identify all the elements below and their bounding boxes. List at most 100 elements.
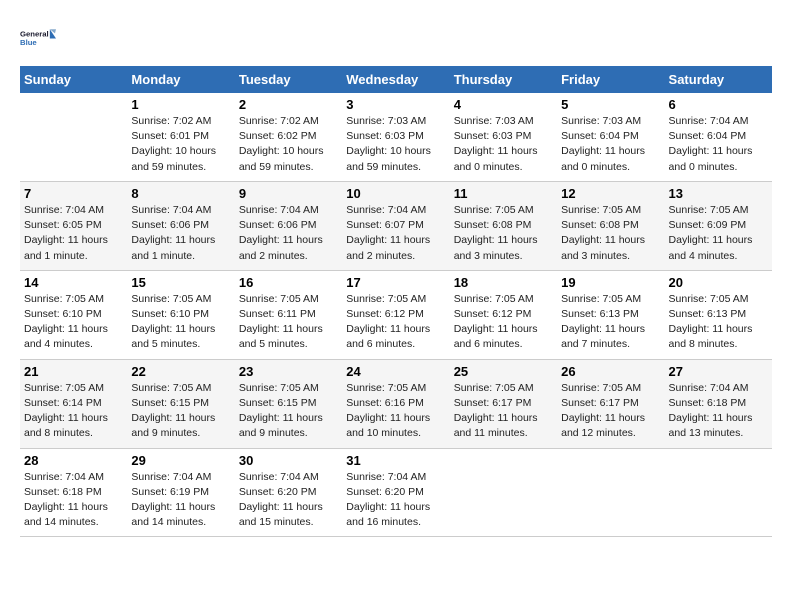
calendar-cell: 16 Sunrise: 7:05 AMSunset: 6:11 PMDayligh… — [235, 270, 342, 359]
day-info: Sunrise: 7:05 AMSunset: 6:14 PMDaylight:… — [24, 381, 123, 442]
calendar-cell: 9Sunrise: 7:04 AMSunset: 6:06 PMDaylight… — [235, 181, 342, 270]
day-info: Sunrise: 7:05 AMSunset: 6:17 PMDaylight:… — [454, 381, 553, 442]
svg-text:General: General — [20, 29, 49, 38]
day-info: Sunrise: 7:05 AMSunset: 6:15 PMDaylight:… — [239, 381, 338, 442]
day-number: 30 — [239, 453, 338, 468]
day-number: 6 — [669, 97, 768, 112]
day-info: Sunrise: 7:04 AMSunset: 6:18 PMDaylight:… — [24, 470, 123, 531]
calendar-week-row: 1 Sunrise: 7:02 AMSunset: 6:01 PMDaylight… — [20, 93, 772, 181]
weekday-header-cell: Thursday — [450, 66, 557, 93]
calendar-cell: 23 Sunrise: 7:05 AMSunset: 6:15 PMDayligh… — [235, 359, 342, 448]
day-info: Sunrise: 7:05 AMSunset: 6:13 PMDaylight:… — [669, 292, 768, 353]
logo: GeneralBlue — [20, 20, 56, 56]
calendar-cell: 3 Sunrise: 7:03 AMSunset: 6:03 PMDaylight… — [342, 93, 449, 181]
day-number: 4 — [454, 97, 553, 112]
calendar-cell: 24Sunrise: 7:05 AMSunset: 6:16 PMDayligh… — [342, 359, 449, 448]
day-info: Sunrise: 7:04 AMSunset: 6:06 PMDaylight:… — [131, 203, 230, 264]
day-number: 8 — [131, 186, 230, 201]
calendar-cell: 28 Sunrise: 7:04 AMSunset: 6:18 PMDayligh… — [20, 448, 127, 537]
calendar-cell — [450, 448, 557, 537]
calendar-cell — [20, 93, 127, 181]
day-info: Sunrise: 7:04 AMSunset: 6:20 PMDaylight:… — [239, 470, 338, 531]
day-number: 3 — [346, 97, 445, 112]
calendar-table: SundayMondayTuesdayWednesdayThursdayFrid… — [20, 66, 772, 537]
day-number: 25 — [454, 364, 553, 379]
calendar-cell: 31Sunrise: 7:04 AMSunset: 6:20 PMDayligh… — [342, 448, 449, 537]
day-info: Sunrise: 7:03 AMSunset: 6:04 PMDaylight:… — [561, 114, 660, 175]
svg-text:Blue: Blue — [20, 38, 37, 47]
day-number: 22 — [131, 364, 230, 379]
calendar-cell: 15 Sunrise: 7:05 AMSunset: 6:10 PMDayligh… — [127, 270, 234, 359]
day-info: Sunrise: 7:05 AMSunset: 6:10 PMDaylight:… — [24, 292, 123, 353]
day-info: Sunrise: 7:05 AMSunset: 6:10 PMDaylight:… — [131, 292, 230, 353]
day-number: 23 — [239, 364, 338, 379]
calendar-cell: 4Sunrise: 7:03 AMSunset: 6:03 PMDaylight… — [450, 93, 557, 181]
day-info: Sunrise: 7:05 AMSunset: 6:09 PMDaylight:… — [669, 203, 768, 264]
calendar-cell: 30 Sunrise: 7:04 AMSunset: 6:20 PMDayligh… — [235, 448, 342, 537]
day-number: 17 — [346, 275, 445, 290]
day-number: 27 — [669, 364, 768, 379]
day-info: Sunrise: 7:02 AMSunset: 6:02 PMDaylight:… — [239, 114, 338, 175]
day-info: Sunrise: 7:04 AMSunset: 6:06 PMDaylight:… — [239, 203, 338, 264]
day-number: 12 — [561, 186, 660, 201]
calendar-week-row: 28 Sunrise: 7:04 AMSunset: 6:18 PMDayligh… — [20, 448, 772, 537]
day-number: 16 — [239, 275, 338, 290]
day-info: Sunrise: 7:05 AMSunset: 6:11 PMDaylight:… — [239, 292, 338, 353]
logo-icon: GeneralBlue — [20, 20, 56, 56]
day-number: 1 — [131, 97, 230, 112]
day-number: 14 — [24, 275, 123, 290]
calendar-body: 1 Sunrise: 7:02 AMSunset: 6:01 PMDaylight… — [20, 93, 772, 537]
calendar-cell: 11Sunrise: 7:05 AMSunset: 6:08 PMDayligh… — [450, 181, 557, 270]
calendar-cell: 19Sunrise: 7:05 AMSunset: 6:13 PMDayligh… — [557, 270, 664, 359]
calendar-cell — [665, 448, 772, 537]
day-info: Sunrise: 7:04 AMSunset: 6:07 PMDaylight:… — [346, 203, 445, 264]
day-info: Sunrise: 7:03 AMSunset: 6:03 PMDaylight:… — [346, 114, 445, 175]
day-info: Sunrise: 7:02 AMSunset: 6:01 PMDaylight:… — [131, 114, 230, 175]
calendar-cell: 20 Sunrise: 7:05 AMSunset: 6:13 PMDayligh… — [665, 270, 772, 359]
day-number: 15 — [131, 275, 230, 290]
calendar-cell: 10 Sunrise: 7:04 AMSunset: 6:07 PMDayligh… — [342, 181, 449, 270]
day-info: Sunrise: 7:04 AMSunset: 6:19 PMDaylight:… — [131, 470, 230, 531]
day-number: 5 — [561, 97, 660, 112]
calendar-cell: 8 Sunrise: 7:04 AMSunset: 6:06 PMDaylight… — [127, 181, 234, 270]
day-info: Sunrise: 7:05 AMSunset: 6:16 PMDaylight:… — [346, 381, 445, 442]
day-number: 18 — [454, 275, 553, 290]
calendar-cell: 29 Sunrise: 7:04 AMSunset: 6:19 PMDayligh… — [127, 448, 234, 537]
calendar-cell: 6Sunrise: 7:04 AMSunset: 6:04 PMDaylight… — [665, 93, 772, 181]
calendar-cell: 17Sunrise: 7:05 AMSunset: 6:12 PMDayligh… — [342, 270, 449, 359]
day-number: 11 — [454, 186, 553, 201]
calendar-cell — [557, 448, 664, 537]
day-info: Sunrise: 7:05 AMSunset: 6:12 PMDaylight:… — [454, 292, 553, 353]
calendar-cell: 14 Sunrise: 7:05 AMSunset: 6:10 PMDayligh… — [20, 270, 127, 359]
day-info: Sunrise: 7:05 AMSunset: 6:08 PMDaylight:… — [561, 203, 660, 264]
calendar-cell: 12 Sunrise: 7:05 AMSunset: 6:08 PMDayligh… — [557, 181, 664, 270]
weekday-header-cell: Monday — [127, 66, 234, 93]
weekday-header-cell: Friday — [557, 66, 664, 93]
calendar-cell: 1 Sunrise: 7:02 AMSunset: 6:01 PMDaylight… — [127, 93, 234, 181]
calendar-cell: 7Sunrise: 7:04 AMSunset: 6:05 PMDaylight… — [20, 181, 127, 270]
weekday-header-cell: Saturday — [665, 66, 772, 93]
calendar-cell: 21 Sunrise: 7:05 AMSunset: 6:14 PMDayligh… — [20, 359, 127, 448]
calendar-cell: 18 Sunrise: 7:05 AMSunset: 6:12 PMDayligh… — [450, 270, 557, 359]
weekday-header-row: SundayMondayTuesdayWednesdayThursdayFrid… — [20, 66, 772, 93]
calendar-week-row: 14 Sunrise: 7:05 AMSunset: 6:10 PMDayligh… — [20, 270, 772, 359]
day-number: 2 — [239, 97, 338, 112]
calendar-cell: 26 Sunrise: 7:05 AMSunset: 6:17 PMDayligh… — [557, 359, 664, 448]
day-number: 26 — [561, 364, 660, 379]
day-number: 21 — [24, 364, 123, 379]
day-number: 31 — [346, 453, 445, 468]
calendar-cell: 5 Sunrise: 7:03 AMSunset: 6:04 PMDaylight… — [557, 93, 664, 181]
weekday-header-cell: Tuesday — [235, 66, 342, 93]
day-info: Sunrise: 7:05 AMSunset: 6:13 PMDaylight:… — [561, 292, 660, 353]
calendar-week-row: 7Sunrise: 7:04 AMSunset: 6:05 PMDaylight… — [20, 181, 772, 270]
page-header: GeneralBlue — [20, 20, 772, 56]
day-info: Sunrise: 7:05 AMSunset: 6:17 PMDaylight:… — [561, 381, 660, 442]
day-number: 13 — [669, 186, 768, 201]
day-number: 29 — [131, 453, 230, 468]
day-number: 28 — [24, 453, 123, 468]
day-number: 20 — [669, 275, 768, 290]
calendar-cell: 13 Sunrise: 7:05 AMSunset: 6:09 PMDayligh… — [665, 181, 772, 270]
calendar-cell: 2 Sunrise: 7:02 AMSunset: 6:02 PMDaylight… — [235, 93, 342, 181]
day-number: 10 — [346, 186, 445, 201]
calendar-cell: 25 Sunrise: 7:05 AMSunset: 6:17 PMDayligh… — [450, 359, 557, 448]
